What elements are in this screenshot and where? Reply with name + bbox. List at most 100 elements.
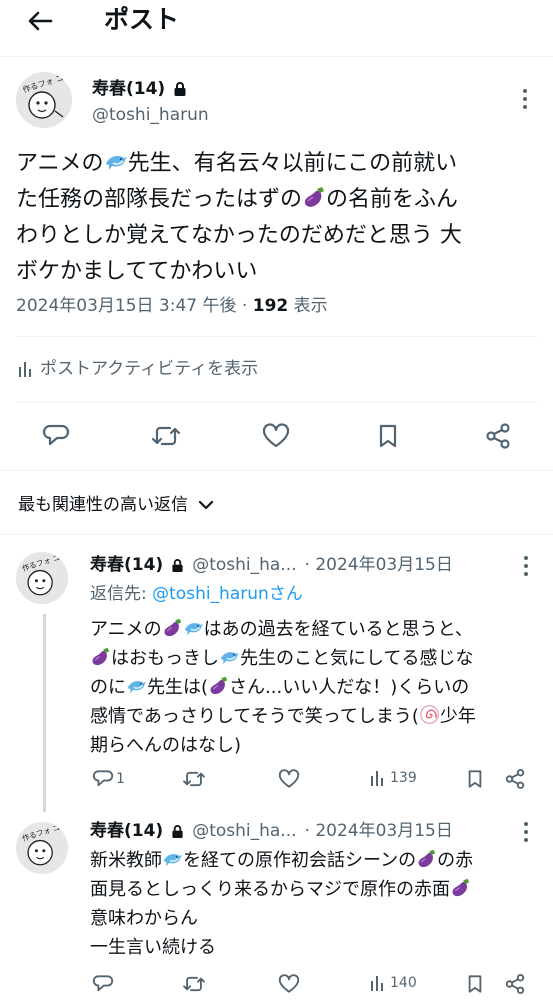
thread-line [43,614,46,812]
reply-avatar[interactable]: 作るフォ ゴロンか [16,822,68,874]
reply-header: 寿春(14) @toshi_ha... · 2024年03月15日 [90,819,453,843]
text-segment: 先生のこと気にしてる感じな [240,648,474,669]
author-name-row: 寿春(14) [92,78,187,100]
arrow-left-icon [28,11,53,31]
text-segment: 先生は( [147,677,209,698]
post-activity-label: ポストアクティビティを表示 [40,359,259,379]
post-activity-link[interactable]: ポストアクティビティを表示 [18,356,258,382]
text-line: 面見るとしっくり来るからマジで原作の赤面 [90,875,545,904]
text-line: 新米教師 を経ての原作初会話シーンの の赤 [90,846,545,875]
reply-reply-button[interactable]: 1 [92,769,125,789]
text-line: のに 先生は(さん...いい人だな！)くらいの [90,673,545,702]
reply-share-button[interactable] [504,973,526,995]
reply-views-button[interactable]: 140 [370,974,417,992]
bookmark-icon [468,975,482,993]
reply-author-handle[interactable]: @toshi_ha... [192,553,296,577]
avatar[interactable]: 作るフォ ゴロンか [16,72,72,128]
text-segment: 意味わからん [90,908,198,929]
text-segment: の赤 [437,850,474,871]
repost-button[interactable] [148,418,184,454]
repost-icon [183,771,205,787]
reply-repost-button[interactable] [182,974,206,994]
text-line: 意味わからん [90,904,545,933]
reply-sort-label: 最も関連性の高い返信 [18,495,188,515]
eggplant-icon [304,187,325,207]
reply-like-button[interactable] [278,769,300,789]
reply-avatar-image: 作るフォ ゴロンか [16,552,68,604]
reply-more-button[interactable] [518,554,534,578]
page-title: ポスト [104,5,180,34]
back-button[interactable] [18,4,62,38]
text-segment: ボケかましててかわいい [16,259,258,284]
dolphin-icon [163,854,183,867]
views-label: 表示 [293,296,328,316]
reply-text: 新米教師 を経ての原作初会話シーンの の赤面見るとしっくり来るからマジで原作の赤面意… [90,846,545,962]
meta-separator: · [241,296,248,316]
eggplant-icon [418,849,436,868]
reply-to-prefix: 返信先: [90,584,153,604]
post-meta: 2024年03月15日 3:47 午後 · 192 表示 [16,294,328,318]
reply-to-handle[interactable]: @toshi_harunさん [152,584,303,604]
reply-views-button[interactable]: 139 [370,769,417,787]
dolphin-icon [105,156,127,170]
post-date[interactable]: 2024年03月15日 3:47 午後 [16,296,237,316]
sort-divider [0,534,553,535]
author-name[interactable]: 寿春(14) [92,78,165,100]
reply-avatar[interactable]: 作るフォ ゴロンか [16,552,68,604]
text-segment: 先生、有名云々以前にこの前就い [127,151,458,176]
reply-bookmark-button[interactable] [466,769,484,789]
text-segment: アニメの [16,151,104,176]
text-segment: 新米教師 [90,850,162,871]
chevron-down-icon [198,500,214,510]
reply-date[interactable]: · 2024年03月15日 [305,553,453,577]
analytics-icon [371,976,383,991]
share-button[interactable] [480,418,516,454]
eggplant-icon [210,676,228,695]
actions-divider [0,470,553,471]
heart-icon [278,769,300,788]
text-line: 感情であっさりしてそうで笑ってしまう(少年 [90,702,545,731]
reply-more-button[interactable] [518,820,534,844]
meta-divider [16,336,537,337]
reply-button[interactable] [38,418,74,454]
text-line: はおもっきし 先生のこと気にしてる感じな [90,644,545,673]
bookmark-button[interactable] [370,418,406,454]
reply-avatar-image: 作るフォ ゴロンか [16,822,68,874]
reply-icon [42,424,70,446]
heart-icon [262,423,290,448]
reply-views-count: 140 [390,975,417,991]
more-options-button[interactable] [515,86,535,112]
reply-author-name[interactable]: 寿春(14) [90,819,163,843]
lock-icon [172,824,183,838]
like-button[interactable] [258,418,294,454]
eggplant-icon [92,647,110,666]
share-icon [505,974,525,994]
author-handle[interactable]: @toshi_harun [92,104,209,126]
text-line: 期らへんのはなし) [90,731,545,760]
reply-bookmark-button[interactable] [466,974,484,994]
text-segment: 感情であっさりしてそうで笑ってしまう( [90,706,419,727]
text-segment: 面見るとしっくり来るからマジで原作の赤面 [90,879,450,900]
repost-icon [183,976,205,992]
dolphin-icon [184,623,203,636]
bookmark-icon [468,770,482,788]
heart-icon [278,974,300,993]
text-line: わりとしか覚えてなかったのだめだと思う 大 [16,218,541,254]
reply-like-button[interactable] [278,974,300,994]
activity-divider [16,402,537,403]
reply-text: アニメの はあの過去を経ていると思うと、 はおもっきし 先生のこと気にしてる感じな のに… [90,615,545,760]
reply-author-name[interactable]: 寿春(14) [90,553,163,577]
lock-icon [174,82,186,96]
eggplant-icon [164,618,181,637]
reply-reply-button[interactable] [92,974,114,994]
avatar-image: 作るフォ ゴロンか [16,72,72,128]
reply-repost-button[interactable] [182,769,206,789]
reply-date[interactable]: · 2024年03月15日 [305,819,453,843]
more-vertical-icon [524,822,528,842]
reply-sort-dropdown[interactable]: 最も関連性の高い返信 [18,492,214,518]
reply-count: 1 [116,771,125,787]
reply-share-button[interactable] [504,768,526,790]
reply-author-handle[interactable]: @toshi_ha... [192,819,296,843]
more-vertical-icon [524,556,528,576]
text-segment: のに [90,677,126,698]
